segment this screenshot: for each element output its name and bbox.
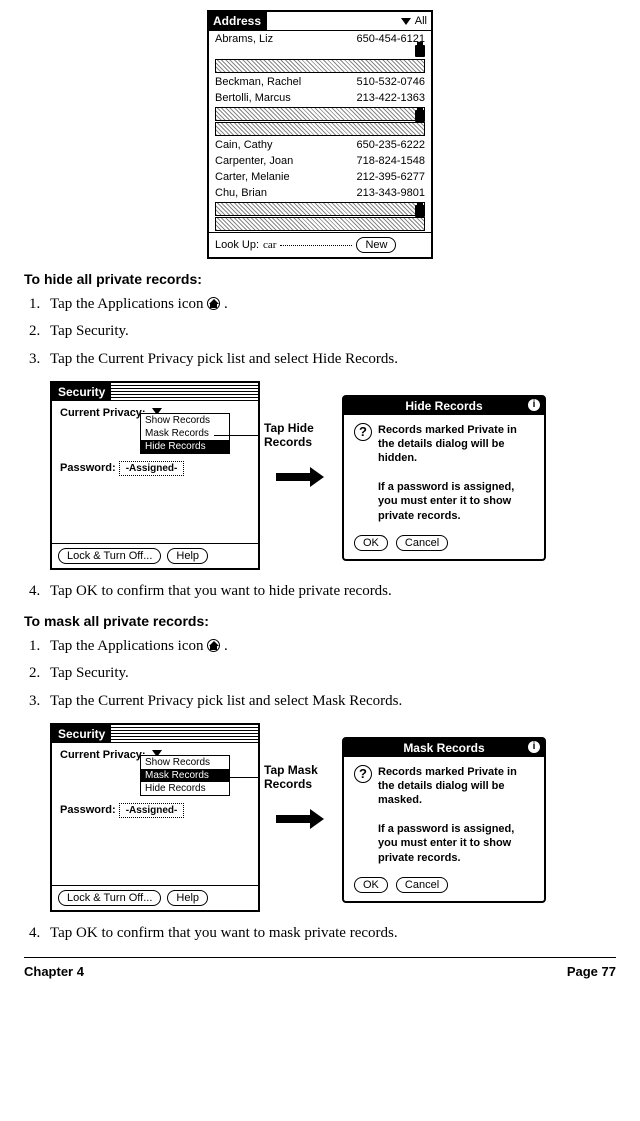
password-assigned[interactable]: -Assigned- — [119, 461, 185, 476]
address-list: Abrams, Liz650-454-6121 Beckman, Rachel51… — [209, 31, 431, 231]
question-icon: ? — [354, 423, 372, 441]
lookup-label: Look Up: — [215, 239, 259, 251]
cancel-button[interactable]: Cancel — [396, 877, 448, 893]
picklist-option[interactable]: Mask Records — [141, 427, 229, 440]
security-title: Security — [52, 383, 111, 401]
info-icon[interactable]: i — [528, 399, 540, 411]
dialog-text-1: Records marked Private in the details di… — [378, 765, 534, 808]
picklist-option[interactable]: Show Records — [141, 414, 229, 427]
mask-heading: To mask all private records: — [24, 613, 616, 629]
arrow-right-icon — [276, 809, 326, 829]
info-icon[interactable]: i — [528, 741, 540, 753]
mask-step-4: Tap OK to confirm that you want to mask … — [44, 922, 616, 945]
lock-icon — [415, 45, 425, 57]
mask-step-3: Tap the Current Privacy pick list and se… — [44, 690, 616, 713]
ok-button[interactable]: OK — [354, 535, 388, 551]
question-icon: ? — [354, 765, 372, 783]
help-button[interactable]: Help — [167, 890, 208, 906]
dialog-title: Mask Records — [403, 741, 484, 755]
picklist-option-selected[interactable]: Mask Records — [141, 769, 229, 782]
address-category-label: All — [415, 15, 427, 27]
address-row[interactable]: Bertolli, Marcus213-422-1363 — [209, 90, 431, 106]
password-label: Password: -Assigned- — [60, 459, 250, 476]
password-assigned[interactable]: -Assigned- — [119, 803, 185, 818]
security-title: Security — [52, 725, 111, 743]
address-category[interactable]: All — [401, 15, 431, 27]
address-row[interactable]: Beckman, Rachel510-532-0746 — [209, 74, 431, 90]
applications-home-icon — [207, 639, 220, 652]
privacy-picklist[interactable]: Show Records Mask Records Hide Records — [140, 413, 230, 454]
footer-chapter: Chapter 4 — [24, 964, 84, 979]
lock-turnoff-button[interactable]: Lock & Turn Off... — [58, 890, 161, 906]
masked-record[interactable] — [215, 202, 425, 216]
address-row[interactable]: Abrams, Liz650-454-6121 — [209, 31, 431, 47]
picklist-option[interactable]: Hide Records — [141, 782, 229, 795]
masked-record[interactable] — [215, 122, 425, 136]
masked-record[interactable] — [215, 217, 425, 231]
privacy-picklist[interactable]: Show Records Mask Records Hide Records — [140, 755, 230, 796]
footer-page: Page 77 — [567, 964, 616, 979]
masked-record[interactable] — [215, 107, 425, 121]
address-title: Address — [209, 12, 267, 30]
hide-step-2: Tap Security. — [44, 320, 616, 343]
dialog-text-2: If a password is assigned, you must ente… — [378, 822, 534, 865]
new-button[interactable]: New — [356, 237, 396, 253]
dialog-text-1: Records marked Private in the details di… — [378, 423, 534, 466]
address-row[interactable]: Carpenter, Joan718-824-1548 — [209, 153, 431, 169]
picklist-option[interactable]: Show Records — [141, 756, 229, 769]
chevron-down-icon — [401, 18, 411, 25]
mask-annotation: Tap Mask Records — [264, 763, 334, 791]
masked-record[interactable] — [215, 59, 425, 73]
mask-step-2: Tap Security. — [44, 662, 616, 685]
hide-step-3: Tap the Current Privacy pick list and se… — [44, 348, 616, 371]
mask-step-1: Tap the Applications icon . — [44, 635, 616, 658]
hide-heading: To hide all private records: — [24, 271, 616, 287]
mask-figure: Security Current Privacy: Show Records M… — [50, 723, 616, 912]
hide-annotation: Tap Hide Records — [264, 421, 334, 449]
cancel-button[interactable]: Cancel — [396, 535, 448, 551]
mask-records-dialog: Mask Records i ? Records marked Private … — [342, 737, 546, 903]
lookup-input[interactable]: car — [263, 239, 276, 251]
arrow-right-icon — [276, 467, 326, 487]
dialog-title: Hide Records — [405, 399, 482, 413]
page-footer: Chapter 4 Page 77 — [24, 957, 616, 979]
address-row[interactable]: Carter, Melanie212-395-6277 — [209, 169, 431, 185]
picklist-option-selected[interactable]: Hide Records — [141, 440, 229, 453]
address-row[interactable]: Cain, Cathy650-235-6222 — [209, 137, 431, 153]
address-row[interactable]: Chu, Brian213-343-9801 — [209, 185, 431, 201]
hide-step-4: Tap OK to confirm that you want to hide … — [44, 580, 616, 603]
hide-figure: Security Current Privacy: Show Records M… — [50, 381, 616, 570]
hide-records-dialog: Hide Records i ? Records marked Private … — [342, 395, 546, 561]
password-label: Password: -Assigned- — [60, 801, 250, 818]
lock-turnoff-button[interactable]: Lock & Turn Off... — [58, 548, 161, 564]
dialog-text-2: If a password is assigned, you must ente… — [378, 480, 534, 523]
ok-button[interactable]: OK — [354, 877, 388, 893]
applications-home-icon — [207, 297, 220, 310]
help-button[interactable]: Help — [167, 548, 208, 564]
hide-step-1: Tap the Applications icon . — [44, 293, 616, 316]
address-screenshot: Address All Abrams, Liz650-454-6121 Beckm… — [24, 10, 616, 259]
